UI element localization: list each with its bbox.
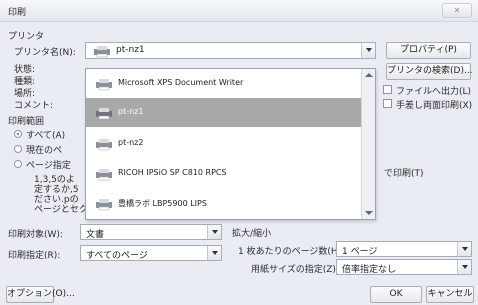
pages-per-sheet-select[interactable]: 1 ページ: [336, 241, 472, 257]
chevron-down-icon: [457, 242, 471, 256]
all-pages-label: すべて(A): [26, 131, 66, 141]
printer-icon: [96, 79, 112, 91]
print-select[interactable]: すべてのページ: [80, 245, 222, 261]
printer-list-item-name: pt-nz2: [118, 138, 144, 147]
current-page-label: 現在のペ: [26, 146, 63, 156]
window-title: 印刷: [8, 8, 27, 18]
scale-to-paper-select[interactable]: 倍率指定なし: [336, 259, 472, 275]
printer-list-item[interactable]: pt-nz2: [86, 129, 362, 158]
print-what-value: 文書: [86, 230, 105, 240]
all-pages-radio[interactable]: [14, 130, 22, 138]
printer-list-item[interactable]: Microsoft XPS Document Writer: [86, 69, 362, 98]
manual-duplex-checkbox[interactable]: [383, 99, 392, 108]
page-range-section-label: 印刷範囲: [8, 117, 45, 127]
scroll-down-icon[interactable]: [365, 211, 373, 215]
printer-name-label: プリンタ名(N):: [14, 48, 76, 58]
printer-icon: [96, 169, 112, 181]
title-bar: 印刷 ✕: [0, 0, 478, 22]
options-button[interactable]: オプション(O)...: [6, 286, 75, 303]
printer-icon: [96, 108, 112, 120]
printer-list-item-selected[interactable]: pt-nz1: [86, 98, 362, 127]
scale-to-paper-label: 用紙サイズの指定(Z): [251, 265, 336, 275]
comment-label: コメント:: [14, 101, 54, 111]
printer-name-select[interactable]: pt-nz1: [85, 42, 376, 59]
printer-icon: [94, 46, 110, 58]
chevron-down-icon: [207, 225, 221, 239]
printer-list-item-name: RICOH IPSiO SP C810 RPCS: [118, 168, 227, 177]
printer-name-value: pt-nz1: [116, 45, 145, 55]
scroll-up-icon[interactable]: [365, 73, 373, 77]
manual-duplex-label: 手差し両面印刷(X): [396, 101, 473, 111]
current-page-radio[interactable]: [14, 145, 22, 153]
chevron-down-icon: [361, 43, 375, 58]
pages-per-sheet-label: 1 枚あたりのページ数(H): [238, 247, 342, 257]
properties-button[interactable]: プロパティ(P): [386, 42, 471, 59]
print-to-file-checkbox[interactable]: [383, 85, 392, 94]
zoom-section-label: 拡大/縮小: [232, 229, 272, 239]
printer-icon: [96, 139, 112, 151]
page-range-label: ページ指定: [26, 161, 71, 171]
printer-list-item-name: 豊橋ラボ LBP5900 LIPS: [118, 199, 207, 208]
print-label: 印刷指定(R):: [8, 251, 61, 261]
collate-label: で印刷(T): [384, 169, 424, 179]
page-range-radio[interactable]: [14, 160, 22, 168]
scale-to-paper-value: 倍率指定なし: [342, 265, 397, 275]
printer-list-item-name: Microsoft XPS Document Writer: [118, 78, 244, 87]
printer-icon: [96, 199, 112, 211]
print-value: すべてのページ: [86, 251, 148, 261]
chevron-down-icon: [207, 246, 221, 260]
print-to-file-label: ファイルへ出力(L): [396, 87, 472, 97]
printer-list-item[interactable]: RICOH IPSiO SP C810 RPCS: [86, 159, 362, 188]
print-what-select[interactable]: 文書: [80, 224, 222, 240]
chevron-down-icon: [457, 260, 471, 274]
printer-section-label: プリンタ: [8, 32, 45, 42]
printer-list-item-name: pt-nz1: [118, 107, 144, 116]
ok-button[interactable]: OK: [370, 286, 422, 303]
print-what-label: 印刷対象(W):: [8, 230, 63, 240]
pages-per-sheet-value: 1 ページ: [342, 247, 378, 257]
printer-list-item[interactable]: 豊橋ラボ LBP5900 LIPS: [86, 189, 362, 218]
find-printer-button[interactable]: プリンタの検索(D)...: [386, 63, 473, 80]
hint-line: ページとセク: [34, 205, 88, 215]
cancel-button[interactable]: キャンセル: [426, 286, 474, 303]
printer-list-scrollbar[interactable]: [361, 69, 375, 219]
printer-dropdown-list: Microsoft XPS Document Writer pt-nz1 pt-…: [85, 68, 376, 220]
close-button[interactable]: ✕: [442, 3, 472, 18]
